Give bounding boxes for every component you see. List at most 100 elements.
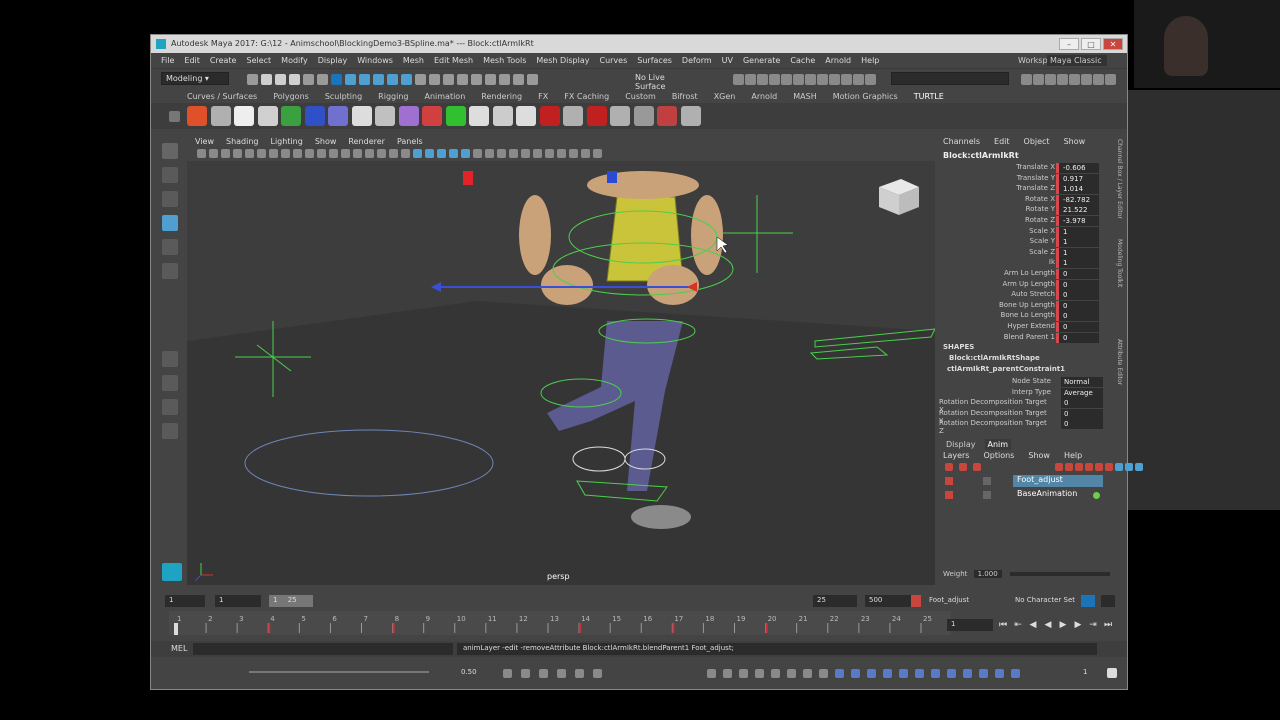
layer-menu-options[interactable]: Options: [983, 451, 1014, 460]
shelf-tab-motion-graphics[interactable]: Motion Graphics: [833, 92, 898, 101]
channel-value[interactable]: 0: [1059, 279, 1099, 290]
minimize-button[interactable]: –: [1059, 38, 1079, 50]
keyframe-marker[interactable]: [672, 623, 675, 633]
shape-channel-row[interactable]: Node State Normal: [939, 377, 1109, 388]
bottom-tool-icon[interactable]: [557, 669, 566, 678]
render-tool-icon[interactable]: [769, 74, 780, 85]
viewport-tool-icon[interactable]: [377, 149, 386, 158]
shape-channel-row[interactable]: Rotation Decomposition Target Z 0: [939, 419, 1109, 435]
settings-icon[interactable]: [1107, 668, 1117, 678]
viewport-tool-icon[interactable]: [521, 149, 530, 158]
channel-box-menu-show[interactable]: Show: [1064, 137, 1086, 146]
shelf-tab-curves-surfaces[interactable]: Curves / Surfaces: [187, 92, 257, 101]
workspace-dropdown[interactable]: Maya Classic: [1047, 55, 1107, 66]
shelf-tool-icon[interactable]: [351, 106, 372, 126]
keyframe-marker[interactable]: [765, 623, 768, 633]
shelf-tab-fx-caching[interactable]: FX Caching: [564, 92, 609, 101]
layer-tool-icon[interactable]: [1115, 463, 1123, 471]
channel-value[interactable]: 1.014: [1059, 184, 1099, 195]
shelf-tool-icon[interactable]: [234, 106, 254, 126]
step-forward-frame-button[interactable]: ▶: [1072, 620, 1084, 630]
lasso-tool-icon[interactable]: [162, 167, 178, 183]
shelf-tool-icon[interactable]: [398, 106, 419, 126]
channel-row[interactable]: Scale X 1: [939, 226, 1099, 238]
layout-two-icon[interactable]: [162, 399, 178, 415]
layer-visibility-icon[interactable]: [945, 491, 953, 499]
status-tool-icon[interactable]: [331, 74, 342, 85]
layer-tool-icon[interactable]: [1065, 463, 1073, 471]
menu-item-edit-mesh[interactable]: Edit Mesh: [434, 56, 473, 65]
manipulator-handle-blue[interactable]: [607, 171, 617, 183]
shelf-tool-icon[interactable]: [187, 106, 207, 126]
viewport-tool-icon[interactable]: [593, 149, 602, 158]
layer-mute-icon[interactable]: [983, 477, 991, 485]
bottom-tool-icon[interactable]: [575, 669, 584, 678]
move-tool-icon[interactable]: [162, 215, 178, 231]
shelf-tool-icon[interactable]: [257, 106, 278, 126]
viewport-tool-icon[interactable]: [197, 149, 206, 158]
bottom-tool-icon[interactable]: [723, 669, 732, 678]
shape-channel-value[interactable]: 0: [1061, 408, 1103, 419]
play-backwards-button[interactable]: ◀: [1042, 620, 1054, 630]
viewport-tool-icon[interactable]: [473, 149, 482, 158]
menu-item-file[interactable]: File: [161, 56, 174, 65]
render-tool-icon[interactable]: [757, 74, 768, 85]
render-tool-icon[interactable]: [817, 74, 828, 85]
render-tool-icon[interactable]: [865, 74, 876, 85]
menu-item-modify[interactable]: Modify: [281, 56, 308, 65]
channel-value[interactable]: 0.917: [1059, 173, 1099, 184]
menu-item-windows[interactable]: Windows: [357, 56, 393, 65]
end-time-field[interactable]: 500: [865, 595, 911, 607]
bottom-slider[interactable]: [249, 671, 429, 673]
time-slider[interactable]: 1 2 3 4 5 6 7 8 9 10 11 12 13 14 15 16 17 18 19 20 21 22 23 24 2…: [169, 611, 951, 635]
viewport-tool-icon[interactable]: [533, 149, 542, 158]
layer-menu-layers[interactable]: Layers: [943, 451, 969, 460]
layer-name[interactable]: Foot_adjust: [1013, 475, 1103, 487]
shelf-tool-icon[interactable]: [657, 106, 677, 126]
channel-value[interactable]: 1: [1059, 226, 1099, 237]
channel-box-node-name[interactable]: Block:ctlArmIkRt: [943, 151, 1019, 160]
channel-value[interactable]: 1: [1059, 258, 1099, 269]
status-tool-icon[interactable]: [471, 74, 482, 85]
status-tool-icon[interactable]: [527, 74, 538, 85]
status-tool-icon[interactable]: [345, 74, 356, 85]
shape-channel-row[interactable]: Rotation Decomposition Target Y0: [939, 408, 1109, 425]
render-tool-icon[interactable]: [805, 74, 816, 85]
keyframe-marker[interactable]: [392, 623, 395, 633]
channel-row[interactable]: Blend Parent 1 0: [939, 332, 1099, 344]
channel-value[interactable]: 0: [1059, 322, 1099, 332]
shelf-menu-icon[interactable]: [169, 111, 180, 122]
shelf-tab-mash[interactable]: MASH: [793, 92, 816, 101]
bottom-tool-icon[interactable]: [739, 669, 748, 678]
layout-four-icon[interactable]: [162, 375, 178, 391]
viewport-tool-icon[interactable]: [341, 149, 350, 158]
channel-value[interactable]: 0: [1059, 300, 1099, 311]
anim-layer-field[interactable]: Foot_adjust: [925, 595, 1007, 607]
viewport-tool-icon[interactable]: [581, 149, 590, 158]
channel-value[interactable]: 1: [1059, 247, 1099, 258]
channel-row[interactable]: Scale Y 1: [939, 237, 1099, 248]
channel-row[interactable]: Ik 1: [939, 258, 1099, 269]
viewport-tool-icon[interactable]: [425, 149, 434, 158]
shelf-tool-icon[interactable]: [680, 106, 701, 126]
go-to-end-button[interactable]: ⏭: [1102, 620, 1114, 630]
status-tool-icon[interactable]: [261, 74, 272, 85]
bottom-tool-icon[interactable]: [995, 669, 1004, 678]
bottom-tool-icon[interactable]: [771, 669, 780, 678]
shape-channel-value[interactable]: 0: [1061, 398, 1103, 409]
channel-row[interactable]: Rotate Y 21.522: [939, 205, 1099, 216]
menu-item-create[interactable]: Create: [210, 56, 237, 65]
layer-row[interactable]: BaseAnimation: [943, 489, 1103, 501]
bottom-tool-icon[interactable]: [947, 669, 956, 678]
layer-mute-icon[interactable]: [983, 491, 991, 499]
constraint-node-name[interactable]: ctlArmIkRt_parentConstraint1: [947, 365, 1065, 373]
layer-name[interactable]: BaseAnimation: [1013, 489, 1103, 501]
panel-toggle-icon[interactable]: [1057, 74, 1068, 85]
status-tool-icon[interactable]: [359, 74, 370, 85]
shelf-tab-xgen[interactable]: XGen: [714, 92, 736, 101]
render-tool-icon[interactable]: [829, 74, 840, 85]
status-tool-icon[interactable]: [443, 74, 454, 85]
status-tool-icon[interactable]: [415, 74, 426, 85]
shelf-tool-icon[interactable]: [375, 106, 395, 126]
menu-item-surfaces[interactable]: Surfaces: [637, 56, 672, 65]
